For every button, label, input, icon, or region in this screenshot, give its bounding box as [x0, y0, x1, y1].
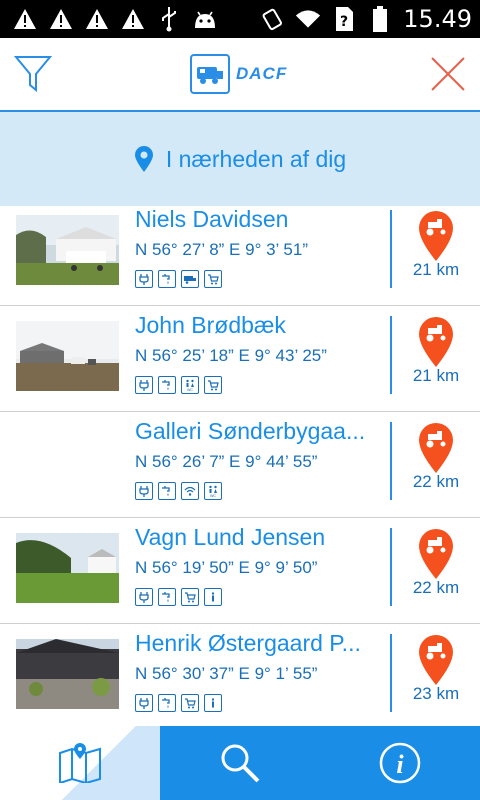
svg-text:i: i	[396, 750, 404, 779]
amenities: WC	[135, 376, 222, 394]
location-coords: N 56° 30’ 37” E 9° 1’ 55”	[135, 664, 318, 683]
power-icon	[135, 694, 153, 712]
location-coords: N 56° 26’ 7” E 9° 44’ 55”	[135, 452, 318, 471]
location-coords: N 56° 25’ 18” E 9° 43’ 25”	[135, 346, 327, 365]
location-name: Galleri Sønderbygaa...	[135, 418, 366, 444]
status-bar: ? 15.49	[0, 0, 480, 38]
location-thumbnail	[16, 639, 119, 709]
shop-icon	[181, 694, 199, 712]
usb-icon	[156, 6, 182, 32]
location-coords: N 56° 27’ 8” E 9° 3’ 51”	[135, 240, 308, 259]
divider	[390, 528, 392, 606]
divider	[390, 422, 392, 500]
amenities	[135, 588, 222, 606]
tab-search[interactable]	[160, 726, 320, 800]
location-list: Niels Davidsen N 56° 27’ 8” E 9° 3’ 51” …	[0, 206, 480, 726]
list-item[interactable]: Henrik Østergaard P... N 56° 30’ 37” E 9…	[0, 624, 480, 726]
sim-unknown-icon: ?	[331, 6, 357, 32]
svg-text:?: ?	[340, 14, 348, 30]
water-icon	[158, 482, 176, 500]
warning-icon	[48, 6, 74, 32]
tractor-pin-icon	[419, 423, 453, 473]
tab-map[interactable]	[0, 726, 160, 800]
location-thumbnail	[16, 215, 119, 285]
location-pin-icon	[134, 146, 153, 172]
caravan-icon	[181, 270, 199, 288]
power-icon	[135, 376, 153, 394]
water-icon	[158, 588, 176, 606]
wifi-icon	[181, 482, 199, 500]
divider	[390, 210, 392, 288]
close-button[interactable]	[430, 56, 466, 92]
bottom-tab-bar: i	[0, 726, 480, 800]
wifi-icon	[295, 6, 321, 32]
toilet-icon: WC	[204, 482, 222, 500]
distance: 21 km	[412, 260, 460, 279]
location-name: Vagn Lund Jensen	[135, 524, 326, 550]
power-icon	[135, 270, 153, 288]
nearby-label: I nærheden af dig	[165, 145, 347, 172]
filter-icon	[13, 56, 53, 93]
tractor-pin-icon	[419, 317, 453, 367]
map-icon	[59, 743, 101, 783]
warning-icon	[120, 6, 146, 32]
app-bar: DACF	[0, 38, 480, 112]
warning-icon	[12, 6, 38, 32]
android-icon	[192, 6, 218, 32]
location-thumbnail	[16, 321, 119, 391]
logo-text: DACF	[236, 64, 288, 83]
clock: 15.49	[403, 5, 472, 33]
distance: 22 km	[412, 578, 460, 597]
distance: 23 km	[412, 684, 460, 703]
location-name: Henrik Østergaard P...	[135, 630, 361, 656]
shop-icon	[204, 270, 222, 288]
shop-icon	[181, 588, 199, 606]
info-icon	[204, 694, 222, 712]
location-name: Niels Davidsen	[135, 206, 289, 232]
water-icon	[158, 270, 176, 288]
tab-info[interactable]: i	[320, 726, 480, 800]
warning-icon	[84, 6, 110, 32]
water-icon	[158, 376, 176, 394]
list-item[interactable]: John Brødbæk N 56° 25’ 18” E 9° 43’ 25” …	[0, 306, 480, 412]
water-icon	[158, 694, 176, 712]
svg-text:WC: WC	[187, 388, 193, 391]
list-item[interactable]: Galleri Sønderbygaa... N 56° 26’ 7” E 9°…	[0, 412, 480, 518]
battery-icon	[367, 6, 393, 32]
nearby-banner[interactable]: I nærheden af dig	[0, 112, 480, 206]
tractor-pin-icon	[419, 635, 453, 685]
svg-text:WC: WC	[210, 494, 216, 497]
info-icon	[204, 588, 222, 606]
amenities	[135, 694, 222, 712]
location-thumbnail	[16, 533, 119, 603]
location-coords: N 56° 19’ 50” E 9° 9’ 50”	[135, 558, 318, 577]
power-icon	[135, 588, 153, 606]
distance: 22 km	[412, 472, 460, 491]
divider	[390, 634, 392, 712]
list-item[interactable]: Niels Davidsen N 56° 27’ 8” E 9° 3’ 51” …	[0, 206, 480, 306]
search-icon	[221, 744, 260, 783]
filter-button[interactable]	[13, 54, 53, 94]
vibrate-icon	[259, 6, 285, 32]
divider	[390, 316, 392, 394]
info-icon: i	[379, 742, 421, 784]
location-name: John Brødbæk	[135, 312, 286, 338]
power-icon	[135, 482, 153, 500]
caravan-logo-icon	[190, 54, 230, 94]
tractor-pin-icon	[419, 211, 453, 261]
toilet-icon: WC	[181, 376, 199, 394]
distance: 21 km	[412, 366, 460, 385]
shop-icon	[204, 376, 222, 394]
list-item[interactable]: Vagn Lund Jensen N 56° 19’ 50” E 9° 9’ 5…	[0, 518, 480, 624]
app-logo: DACF	[190, 52, 294, 96]
tractor-pin-icon	[419, 529, 453, 579]
amenities	[135, 270, 222, 288]
amenities: WC	[135, 482, 222, 500]
close-icon	[431, 57, 465, 91]
